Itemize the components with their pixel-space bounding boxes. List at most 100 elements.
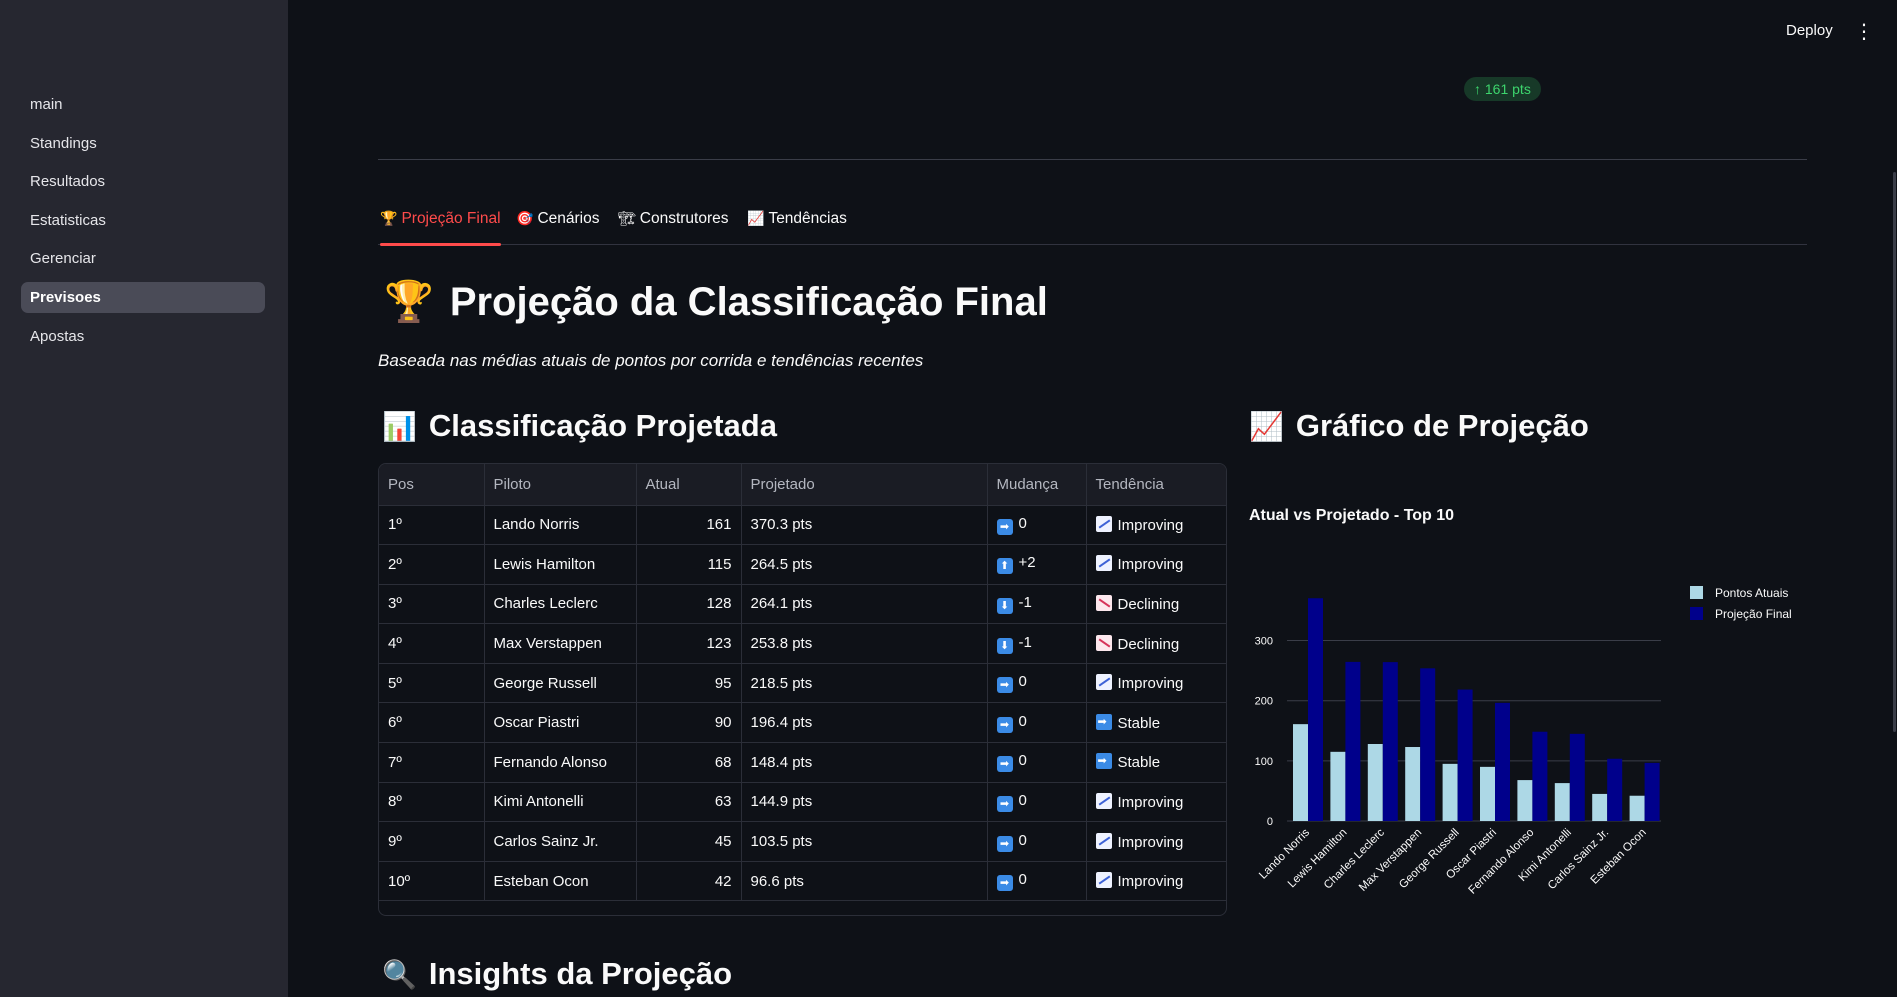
mudanca-value: 0	[1018, 712, 1027, 730]
cell-tendencia: Improving	[1086, 861, 1226, 902]
cell-atual: 115	[636, 544, 742, 585]
col-tendencia[interactable]: Tendência	[1086, 464, 1226, 506]
table-row[interactable]: 6ºOscar Piastri90196.4 pts➡0Stable	[379, 702, 1226, 744]
arrow-right-icon: ➡	[996, 835, 1013, 852]
cell-projetado: 218.5 pts	[741, 663, 988, 704]
cell-mudanca: ➡ 0	[987, 702, 1087, 744]
cell-mudanca: ➡ 0	[987, 663, 1087, 704]
table-row[interactable]: 1º Lando Norris 161 370.3 pts ➡ 0 Improving	[379, 505, 1226, 546]
tab-tendencias[interactable]: 📈 Tendências	[747, 210, 847, 245]
trend-chart-icon: 📈	[747, 210, 765, 226]
tab-label: Construtores	[639, 210, 729, 227]
table-row[interactable]: 3º Charles Leclerc 128 264.1 pts ⬇ -1 Declinin…	[379, 584, 1226, 625]
chart-decreasing-icon	[1095, 594, 1112, 611]
cell-mudanca: ⬇ -1	[987, 584, 1087, 625]
legend-swatch	[1690, 586, 1703, 599]
table-row[interactable]: 2º Lewis Hamilton 115 264.5 pts ⬆ +2 Improving	[379, 544, 1226, 585]
cell-pos: 4º	[379, 623, 485, 664]
tendencia-value: Improving	[1117, 675, 1184, 693]
bar-projecao-final	[1644, 762, 1660, 821]
trophy-icon: 🏆	[380, 210, 398, 226]
projection-table[interactable]: Pos Piloto Atual Projetado Mudança Tendê…	[378, 463, 1227, 916]
cell-mudanca: ⬆ +2	[987, 544, 1087, 585]
cell-mudanca: ➡ 0	[987, 782, 1087, 823]
mudanca-value: -1	[1018, 593, 1032, 611]
cell-piloto: Esteban Ocon	[484, 861, 637, 902]
arrow-right-icon: ➡	[996, 795, 1013, 812]
cell-projetado: 144.9 pts	[741, 782, 988, 823]
sidebar-item-previsoes[interactable]: Previsoes	[21, 281, 265, 313]
legend-label: Pontos Atuais	[1715, 586, 1788, 600]
bar-projecao-final	[1308, 598, 1323, 821]
tab-bar: 🏆 Projeção Final 🎯 Cenários 🏗 Construtores …	[378, 205, 1807, 246]
cell-tendencia: Declining	[1086, 623, 1226, 664]
col-piloto[interactable]: Piloto	[484, 464, 637, 506]
sidebar-item-estatisticas[interactable]: Estatisticas	[21, 205, 265, 236]
bar-pontos-atuais	[1517, 780, 1533, 821]
table-row[interactable]: 7ºFernando Alonso68148.4 pts➡0Stable	[379, 742, 1226, 783]
sidebar-item-resultados[interactable]: Resultados	[21, 166, 265, 197]
mudanca-value: 0	[1018, 514, 1027, 532]
tab-construtores[interactable]: 🏗 Construtores	[618, 210, 729, 245]
chart-increasing-icon	[1095, 792, 1112, 809]
tab-label: Projeção Final	[401, 210, 501, 227]
col-pos[interactable]: Pos	[379, 464, 485, 506]
x-tick-label: Fernando Alonso	[1467, 827, 1537, 897]
cell-pos: 9º	[379, 821, 485, 862]
table-row[interactable]: 10º Esteban Ocon 42 96.6 pts ➡ 0 Improving	[379, 861, 1226, 902]
y-tick-label: 0	[1267, 816, 1273, 828]
divider	[378, 159, 1807, 160]
trend-chart-icon: 📈	[1249, 411, 1284, 442]
cell-piloto: Charles Leclerc	[484, 584, 637, 625]
deploy-button[interactable]: Deploy	[1786, 22, 1833, 39]
tab-cenarios[interactable]: 🎯 Cenários	[516, 210, 599, 245]
cell-tendencia: Improving	[1086, 821, 1226, 862]
col-mudanca[interactable]: Mudança	[987, 464, 1087, 506]
tab-label: Cenários	[537, 210, 600, 227]
cell-atual: 90	[636, 702, 742, 744]
chart-increasing-icon	[1095, 674, 1112, 691]
bar-projecao-final	[1382, 662, 1398, 821]
bar-projecao-final	[1569, 733, 1585, 821]
cell-pos: 2º	[379, 544, 485, 585]
col-atual[interactable]: Atual	[636, 464, 742, 506]
main-menu-icon[interactable]: ⋮	[1854, 20, 1874, 44]
cell-pos: 8º	[379, 782, 485, 823]
y-tick-label: 300	[1255, 636, 1273, 648]
bar-projecao-final	[1495, 702, 1510, 821]
col-projetado[interactable]: Projetado	[741, 464, 988, 506]
sidebar-item-main[interactable]: main	[21, 89, 265, 120]
tab-projecao-final[interactable]: 🏆 Projeção Final	[380, 210, 501, 246]
table-heading-text: Classificação Projetada	[428, 408, 777, 443]
construction-icon: 🏗	[618, 210, 636, 226]
cell-piloto: Fernando Alonso	[484, 742, 637, 783]
bar-pontos-atuais	[1592, 793, 1608, 821]
cell-pos: 5º	[379, 663, 485, 704]
arrow-right-icon	[1095, 753, 1112, 770]
sidebar-item-standings[interactable]: Standings	[21, 128, 265, 159]
sidebar-item-apostas[interactable]: Apostas	[21, 321, 265, 352]
cell-piloto: Carlos Sainz Jr.	[484, 821, 637, 862]
bar-pontos-atuais	[1367, 744, 1383, 821]
cell-tendencia: Stable	[1086, 702, 1226, 744]
table-row[interactable]: 9º Carlos Sainz Jr. 45 103.5 pts ➡ 0 Improving	[379, 821, 1226, 862]
tendencia-value: Declining	[1117, 595, 1180, 613]
sidebar-item-gerenciar[interactable]: Gerenciar	[21, 243, 265, 274]
tendencia-value: Declining	[1117, 635, 1180, 653]
cell-atual: 123	[636, 623, 742, 664]
page-title-text: Projeção da Classificação Final	[449, 280, 1048, 324]
tendencia-value: Stable	[1117, 714, 1161, 732]
table-row[interactable]: 4º Max Verstappen 123 253.8 pts ⬇ -1 Declining	[379, 623, 1226, 664]
cell-pos: 6º	[379, 702, 485, 744]
bar-pontos-atuais	[1293, 724, 1308, 821]
table-header-row: Pos Piloto Atual Projetado Mudança Tendê…	[379, 464, 1226, 506]
cell-projetado: 96.6 pts	[741, 861, 988, 902]
bar-chart-icon: 📊	[382, 411, 417, 442]
tendencia-value: Improving	[1117, 516, 1184, 534]
table-row[interactable]: 8º Kimi Antonelli 63 144.9 pts ➡ 0 Improving	[379, 782, 1226, 823]
mudanca-value: +2	[1018, 554, 1036, 572]
scrollbar[interactable]	[1893, 172, 1896, 732]
arrow-up-icon: ⬆	[996, 558, 1013, 575]
table-row[interactable]: 5º George Russell 95 218.5 pts ➡ 0 Improving	[379, 663, 1226, 704]
cell-piloto: Lewis Hamilton	[484, 544, 637, 585]
